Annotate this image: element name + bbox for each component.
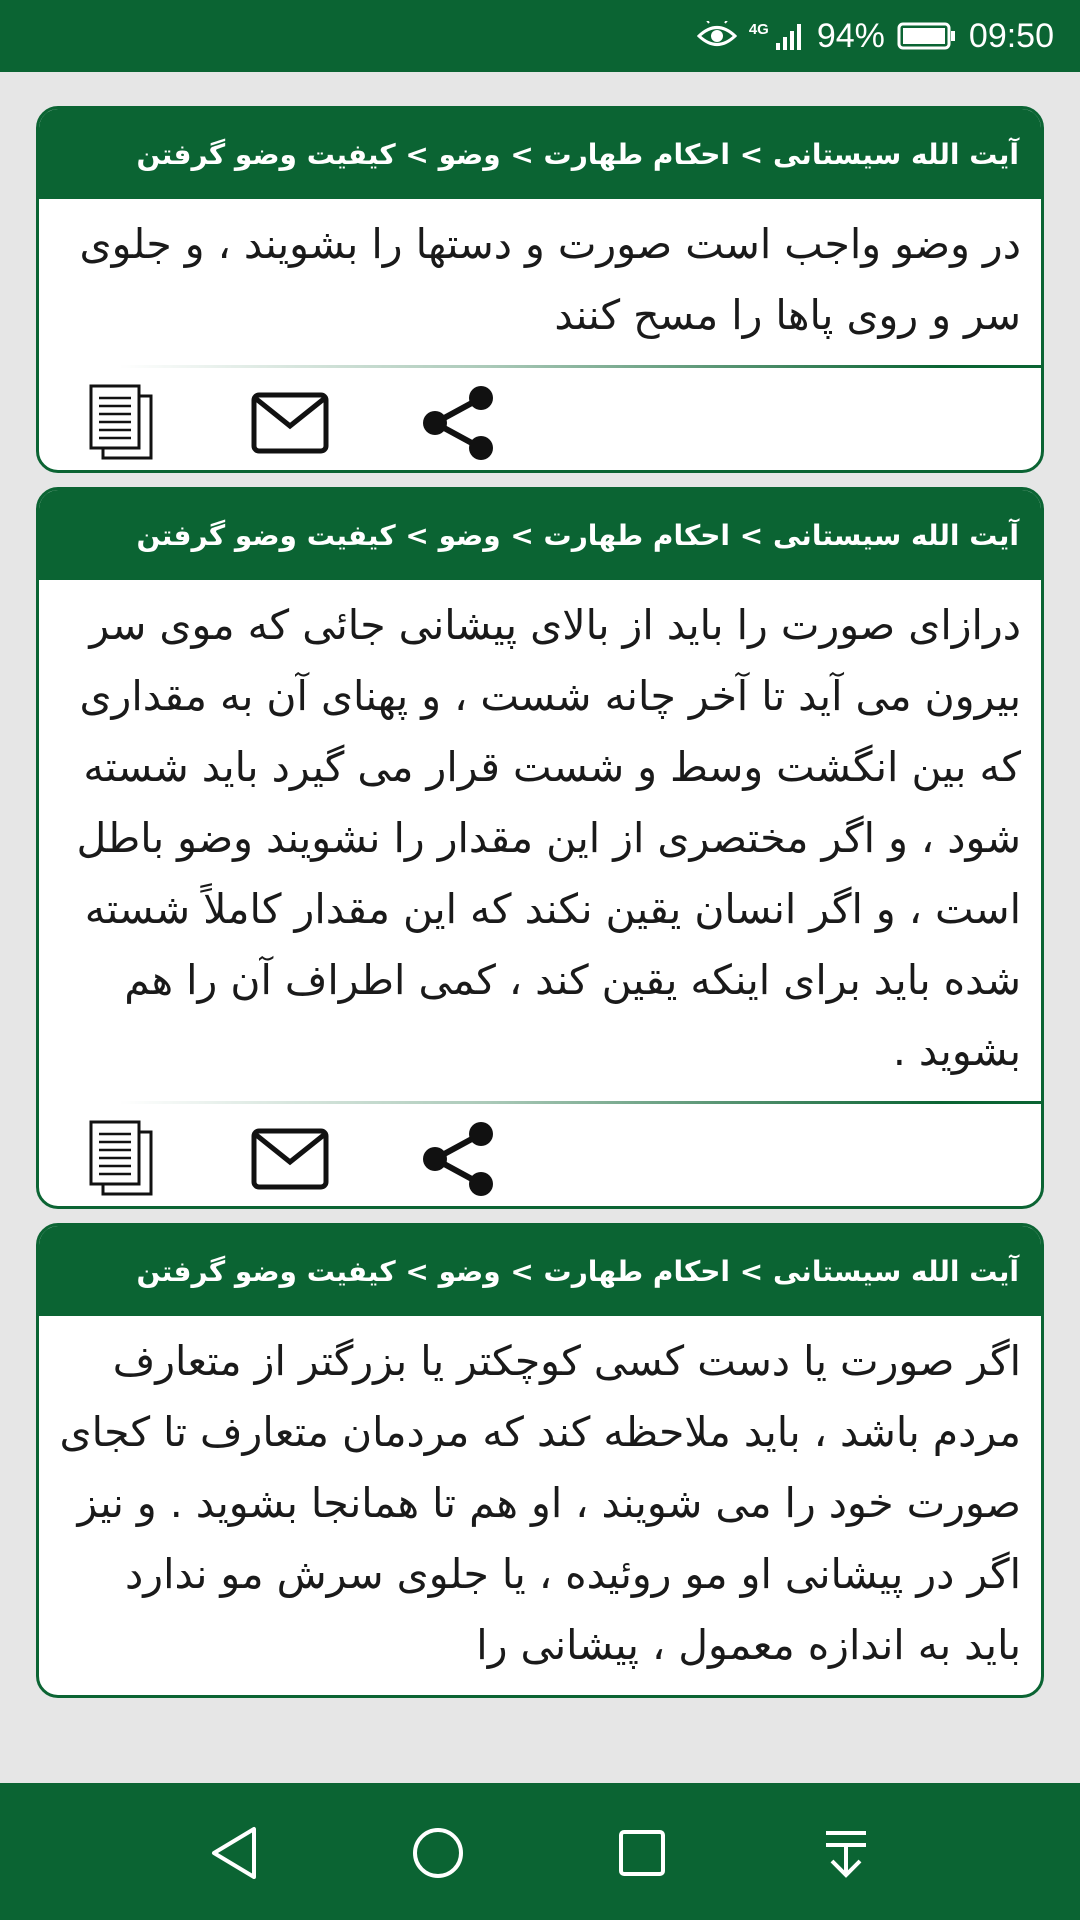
recents-icon [619,1830,665,1876]
system-nav-bar [0,1783,1080,1920]
signal-icon [775,21,805,51]
share-icon [423,386,493,460]
ruling-card: آیت الله سیستانی > احکام طهارت > وضو > ک… [36,1223,1044,1698]
card-actions [39,368,1041,470]
card-breadcrumb: آیت الله سیستانی > احکام طهارت > وضو > ک… [39,490,1041,580]
eye-comfort-icon [696,21,737,51]
recents-button[interactable] [610,1821,674,1885]
ruling-card: آیت الله سیستانی > احکام طهارت > وضو > ک… [36,106,1044,473]
copy-icon [89,1120,153,1196]
share-icon [423,1122,493,1196]
notification-pulldown-button[interactable] [814,1821,878,1885]
card-text: اگر صورت یا دست کسی کوچکتر یا بزرگتر از … [59,1337,1021,1669]
share-button[interactable] [419,384,497,462]
ruling-card: آیت الله سیستانی > احکام طهارت > وضو > ک… [36,487,1044,1209]
home-icon [413,1828,463,1878]
card-breadcrumb: آیت الله سیستانی > احکام طهارت > وضو > ک… [39,1226,1041,1316]
notification-pulldown-icon [826,1831,866,1878]
card-breadcrumb: آیت الله سیستانی > احکام طهارت > وضو > ک… [39,109,1041,199]
copy-icon [89,384,153,460]
mail-icon [251,1128,329,1190]
back-button[interactable] [202,1821,266,1885]
mail-icon [251,392,329,454]
status-bar: 4G 94% 09:50 [0,0,1080,72]
clock: 09:50 [968,16,1054,55]
content-list[interactable]: آیت الله سیستانی > احکام طهارت > وضو > ک… [36,106,1044,1746]
mail-button[interactable] [251,384,329,462]
back-icon [212,1827,256,1879]
copy-button[interactable] [83,1120,161,1198]
home-button[interactable] [406,1821,470,1885]
battery-percent: 94% [816,16,885,55]
copy-button[interactable] [83,384,161,462]
card-text: درازای صورت را باید از بالای پیشانی جائی… [76,601,1021,1075]
card-actions [39,1104,1041,1206]
card-text: در وضو واجب است صورت و دستها را بشویند ،… [79,220,1021,339]
network-type: 4G [748,20,769,38]
battery-icon [897,21,957,51]
share-button[interactable] [419,1120,497,1198]
mail-button[interactable] [251,1120,329,1198]
